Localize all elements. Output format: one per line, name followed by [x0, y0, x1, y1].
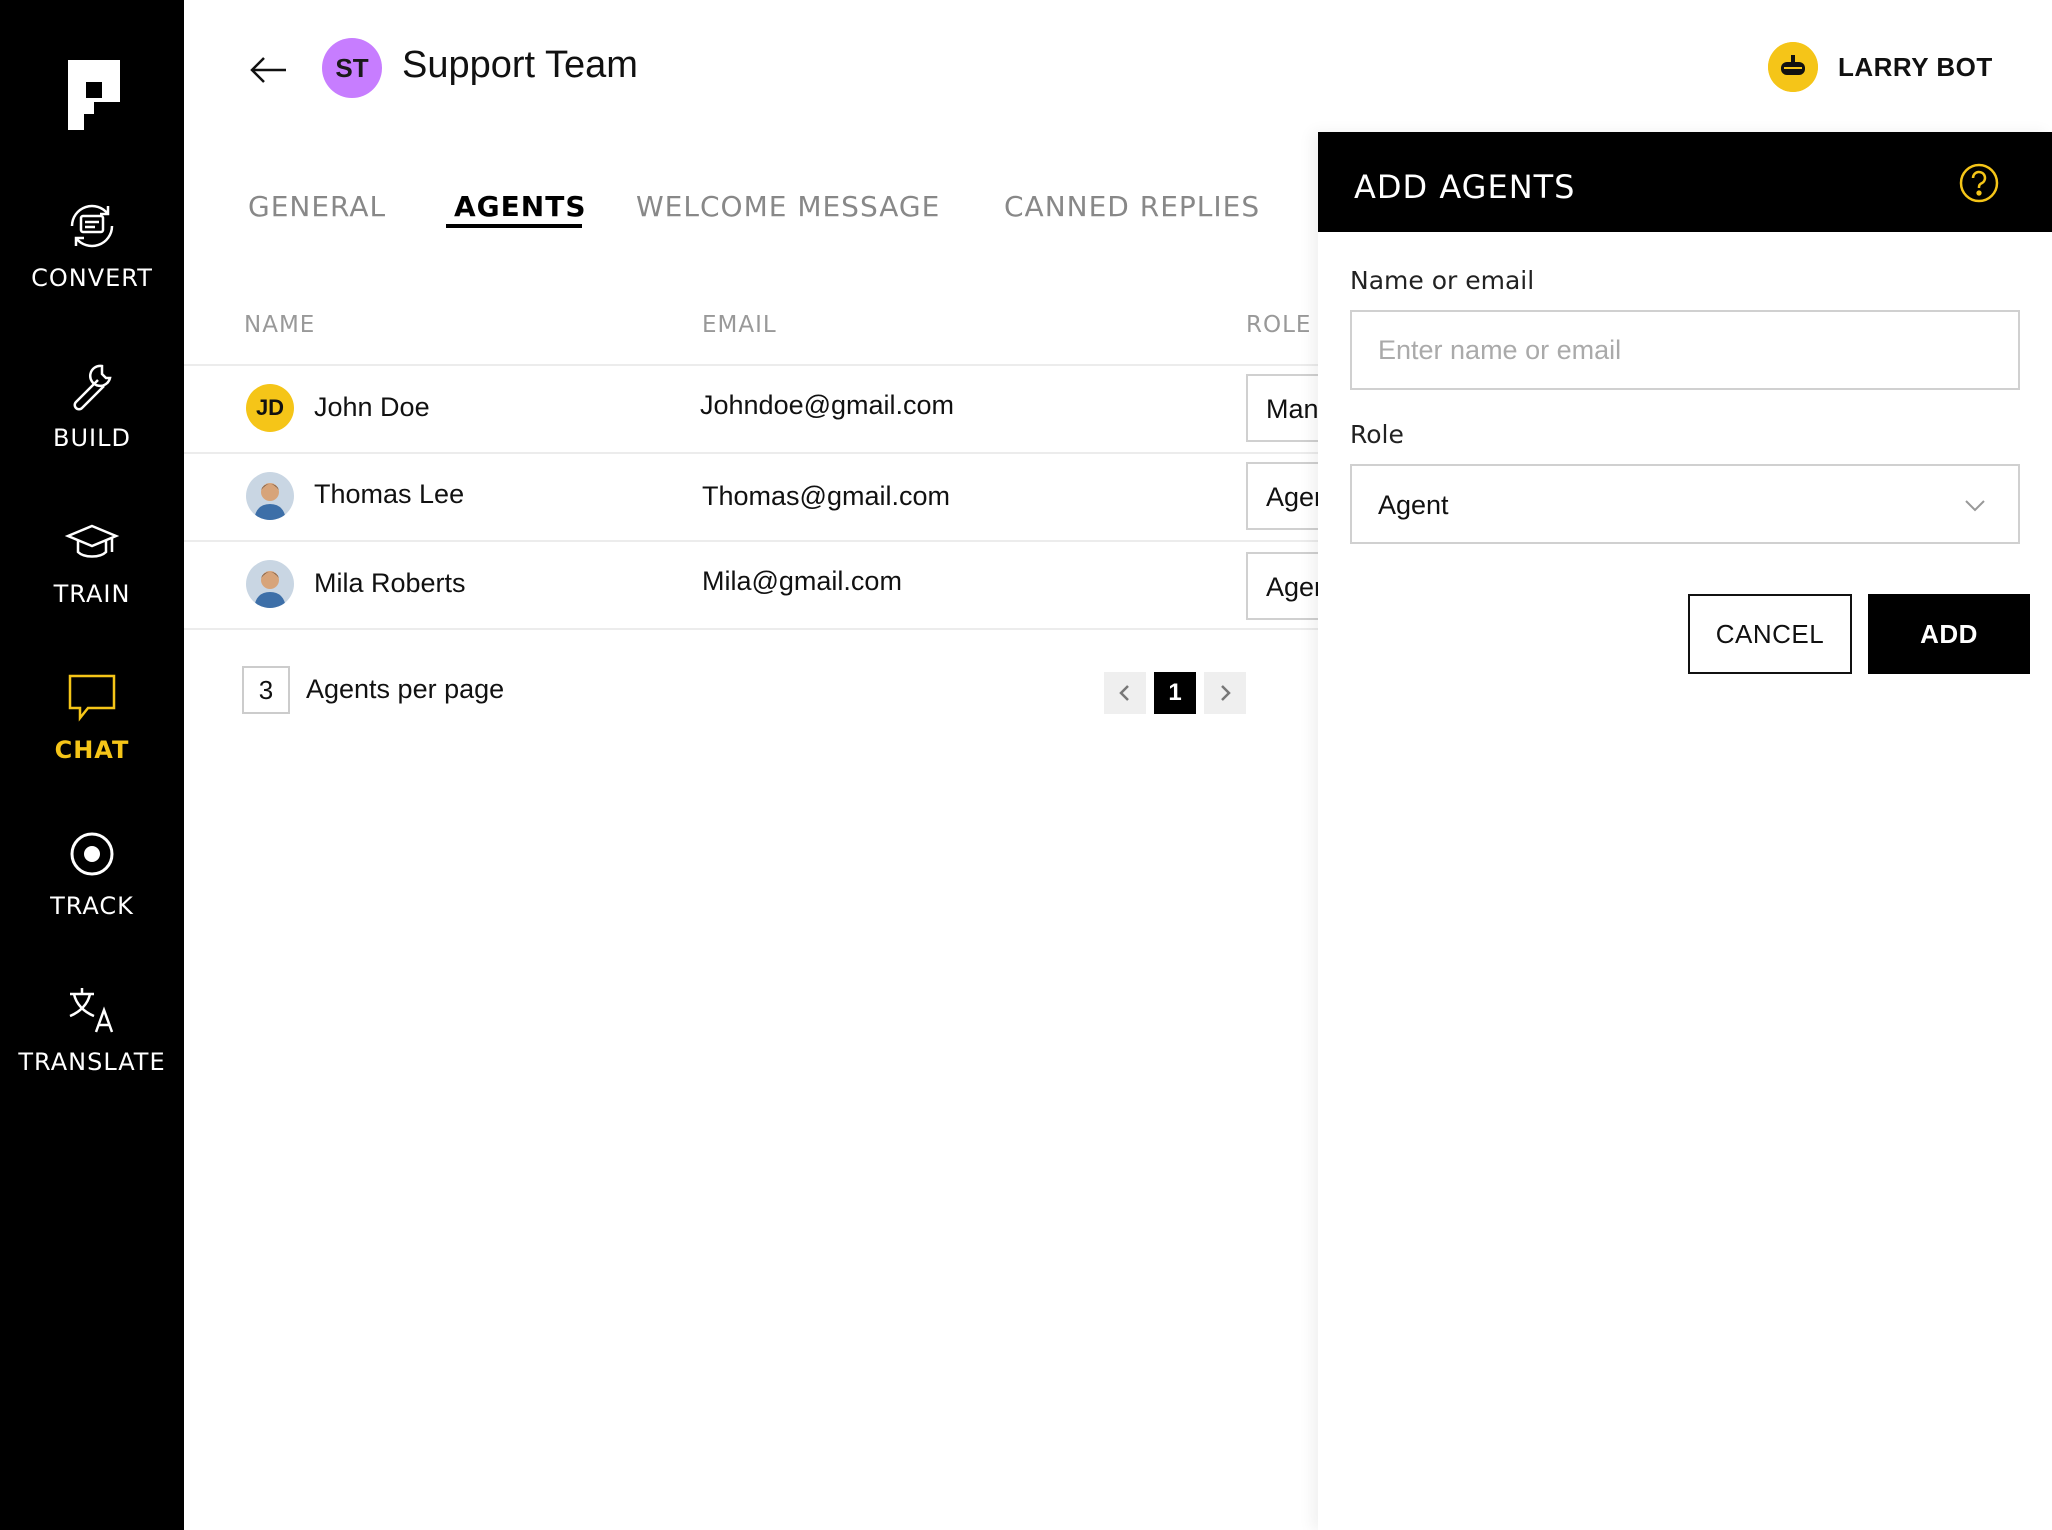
agent-email: Johndoe@gmail.com — [700, 390, 955, 420]
bot-avatar-icon[interactable] — [1768, 42, 1818, 92]
agent-name: Mila Roberts — [314, 568, 466, 598]
tab-agents[interactable]: AGENTS — [454, 190, 586, 223]
panel-title: ADD AGENTS — [1354, 168, 1576, 206]
help-icon[interactable] — [1958, 162, 2000, 204]
bot-name[interactable]: LARRY BOT — [1838, 52, 1993, 83]
sidebar-item-track[interactable]: TRACK — [0, 824, 184, 920]
table-divider — [184, 540, 1320, 542]
column-header-role[interactable]: ROLE — [1246, 312, 1311, 338]
sidebar: CONVERT BUILD TRAIN CHAT TRACK TRANSLATE — [0, 0, 184, 1530]
column-header-email[interactable]: EMAIL — [702, 312, 777, 338]
convert-icon — [70, 204, 114, 248]
tab-canned-replies[interactable]: CANNED REPLIES — [1004, 190, 1260, 223]
table-divider — [184, 364, 1320, 366]
agent-name: John Doe — [314, 392, 430, 422]
team-avatar: ST — [322, 38, 382, 98]
chevron-down-icon — [1965, 500, 1985, 512]
active-tab-indicator — [446, 224, 582, 228]
sidebar-item-label: TRACK — [50, 892, 134, 920]
cancel-button[interactable]: CANCEL — [1688, 594, 1852, 674]
name-or-email-label: Name or email — [1350, 266, 1535, 295]
chevron-left-icon — [1119, 685, 1129, 701]
page-title: Support Team — [402, 44, 638, 86]
wrench-icon — [73, 364, 112, 411]
panel-header: ADD AGENTS — [1318, 132, 2052, 232]
tab-welcome-message[interactable]: WELCOME MESSAGE — [636, 190, 940, 223]
page-number-button[interactable]: 1 — [1154, 672, 1196, 714]
sidebar-item-translate[interactable]: TRANSLATE — [0, 980, 184, 1076]
sidebar-item-label: TRANSLATE — [18, 1048, 166, 1076]
name-or-email-input[interactable] — [1350, 310, 2020, 390]
prev-page-button[interactable] — [1104, 672, 1146, 714]
tab-general[interactable]: GENERAL — [248, 190, 386, 223]
table-divider — [184, 628, 1320, 630]
sidebar-item-label: BUILD — [53, 424, 131, 452]
sidebar-item-train[interactable]: TRAIN — [0, 512, 184, 608]
translate-icon — [69, 988, 114, 1033]
agent-name: Thomas Lee — [314, 479, 465, 509]
graduation-cap-icon — [64, 524, 120, 558]
add-agents-panel: ADD AGENTS Name or email Role Agent CANC… — [1318, 132, 2052, 1530]
sidebar-item-chat[interactable]: CHAT — [0, 668, 184, 764]
per-page-label: Agents per page — [306, 674, 505, 704]
agent-email: Mila@gmail.com — [702, 566, 902, 596]
next-page-button[interactable] — [1204, 672, 1246, 714]
avatar: JD — [246, 384, 294, 432]
target-icon — [70, 832, 114, 876]
per-page-select[interactable]: 3 — [242, 666, 290, 714]
role-label: Role — [1350, 420, 1404, 449]
chevron-right-icon — [1221, 685, 1231, 701]
agent-email: Thomas@gmail.com — [702, 481, 950, 511]
avatar — [246, 560, 294, 608]
role-dropdown-value: Agent — [1378, 490, 1449, 520]
back-arrow-icon[interactable] — [246, 48, 290, 92]
table-divider — [184, 452, 1320, 454]
sidebar-item-build[interactable]: BUILD — [0, 356, 184, 452]
sidebar-item-label: CHAT — [54, 736, 130, 764]
chat-bubble-icon — [68, 674, 116, 722]
sidebar-item-label: TRAIN — [53, 580, 131, 608]
sidebar-item-label: CONVERT — [31, 264, 153, 292]
add-button[interactable]: ADD — [1868, 594, 2030, 674]
app-logo[interactable] — [64, 56, 124, 132]
column-header-name[interactable]: NAME — [244, 312, 315, 338]
sidebar-item-convert[interactable]: CONVERT — [0, 196, 184, 292]
avatar — [246, 472, 294, 520]
role-dropdown[interactable]: Agent — [1350, 464, 2020, 544]
